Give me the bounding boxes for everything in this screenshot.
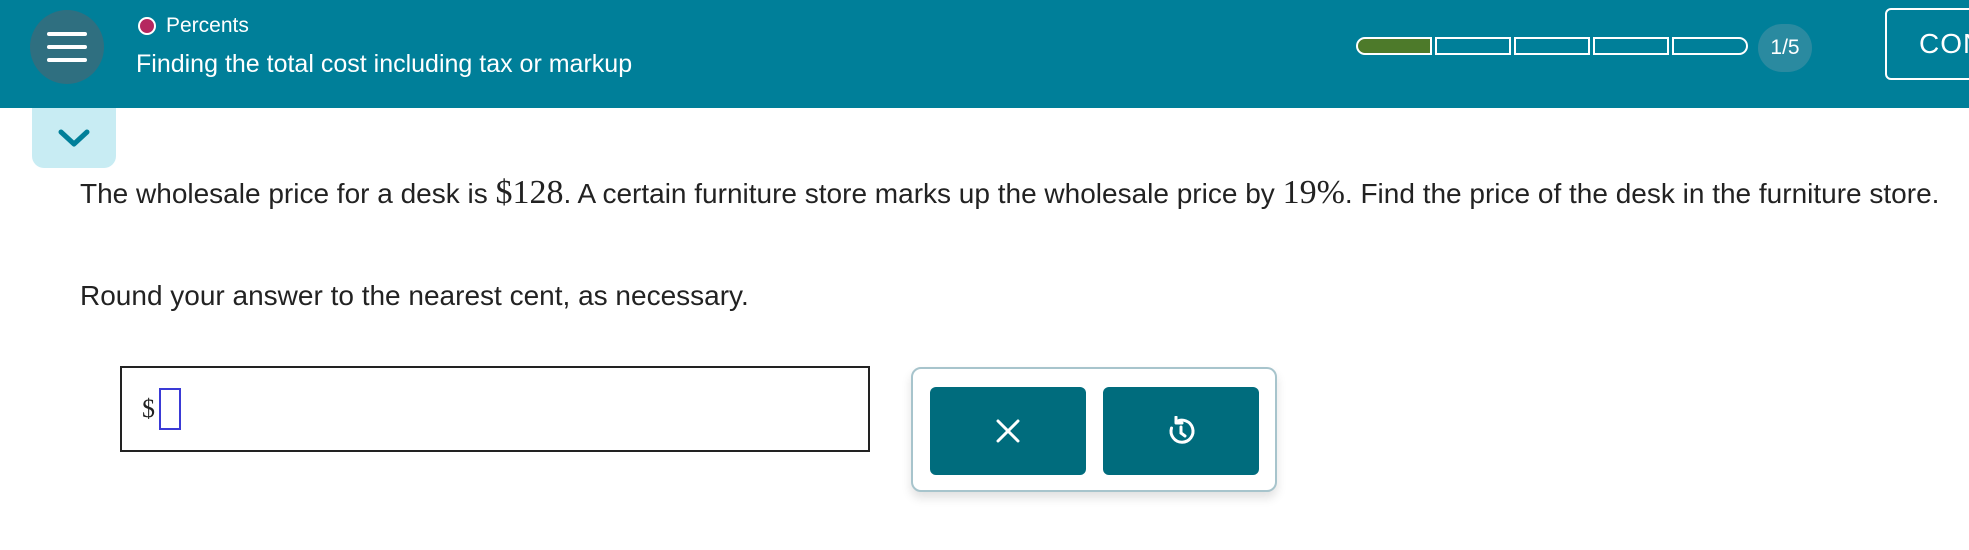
clear-button[interactable] [930,387,1086,475]
currency-symbol: $ [142,394,155,423]
progress-count: 1/5 [1758,24,1812,72]
topic-indicator: Percents [138,14,249,38]
top-bar: Percents Finding the total cost includin… [0,0,1969,108]
answer-input[interactable] [159,388,181,430]
price-value: $128 [495,174,564,211]
progress-segment-2 [1435,37,1511,55]
question-text-part2: . A certain furniture store marks up the… [563,178,1283,209]
topic-label: Percents [166,14,249,37]
undo-button[interactable] [1103,387,1259,475]
question-text-part1: The wholesale price for a desk is [80,178,496,209]
lesson-subtitle: Finding the total cost including tax or … [136,50,633,78]
question-text-part3: . Find the price of the desk in the furn… [1344,178,1940,209]
markup-percent: 19% [1282,174,1345,211]
rounding-instruction: Round your answer to the nearest cent, a… [80,280,749,311]
hamburger-menu-icon[interactable] [30,10,104,84]
continue-button[interactable]: CONTINUE [1885,8,1969,80]
collapse-toggle[interactable] [32,108,116,168]
progress-segment-3 [1514,37,1590,55]
progress-bar [1356,37,1748,55]
progress-segment-1 [1356,37,1432,55]
question-text: The wholesale price for a desk is $128. … [80,172,1960,215]
progress-segment-5 [1672,37,1748,55]
topic-status-dot [138,17,156,35]
chevron-down-icon [58,129,90,147]
close-icon [996,419,1020,443]
progress-segment-4 [1593,37,1669,55]
answer-input-area[interactable]: $ [120,366,870,452]
answer-tools-panel [911,367,1277,492]
undo-icon [1169,416,1195,444]
